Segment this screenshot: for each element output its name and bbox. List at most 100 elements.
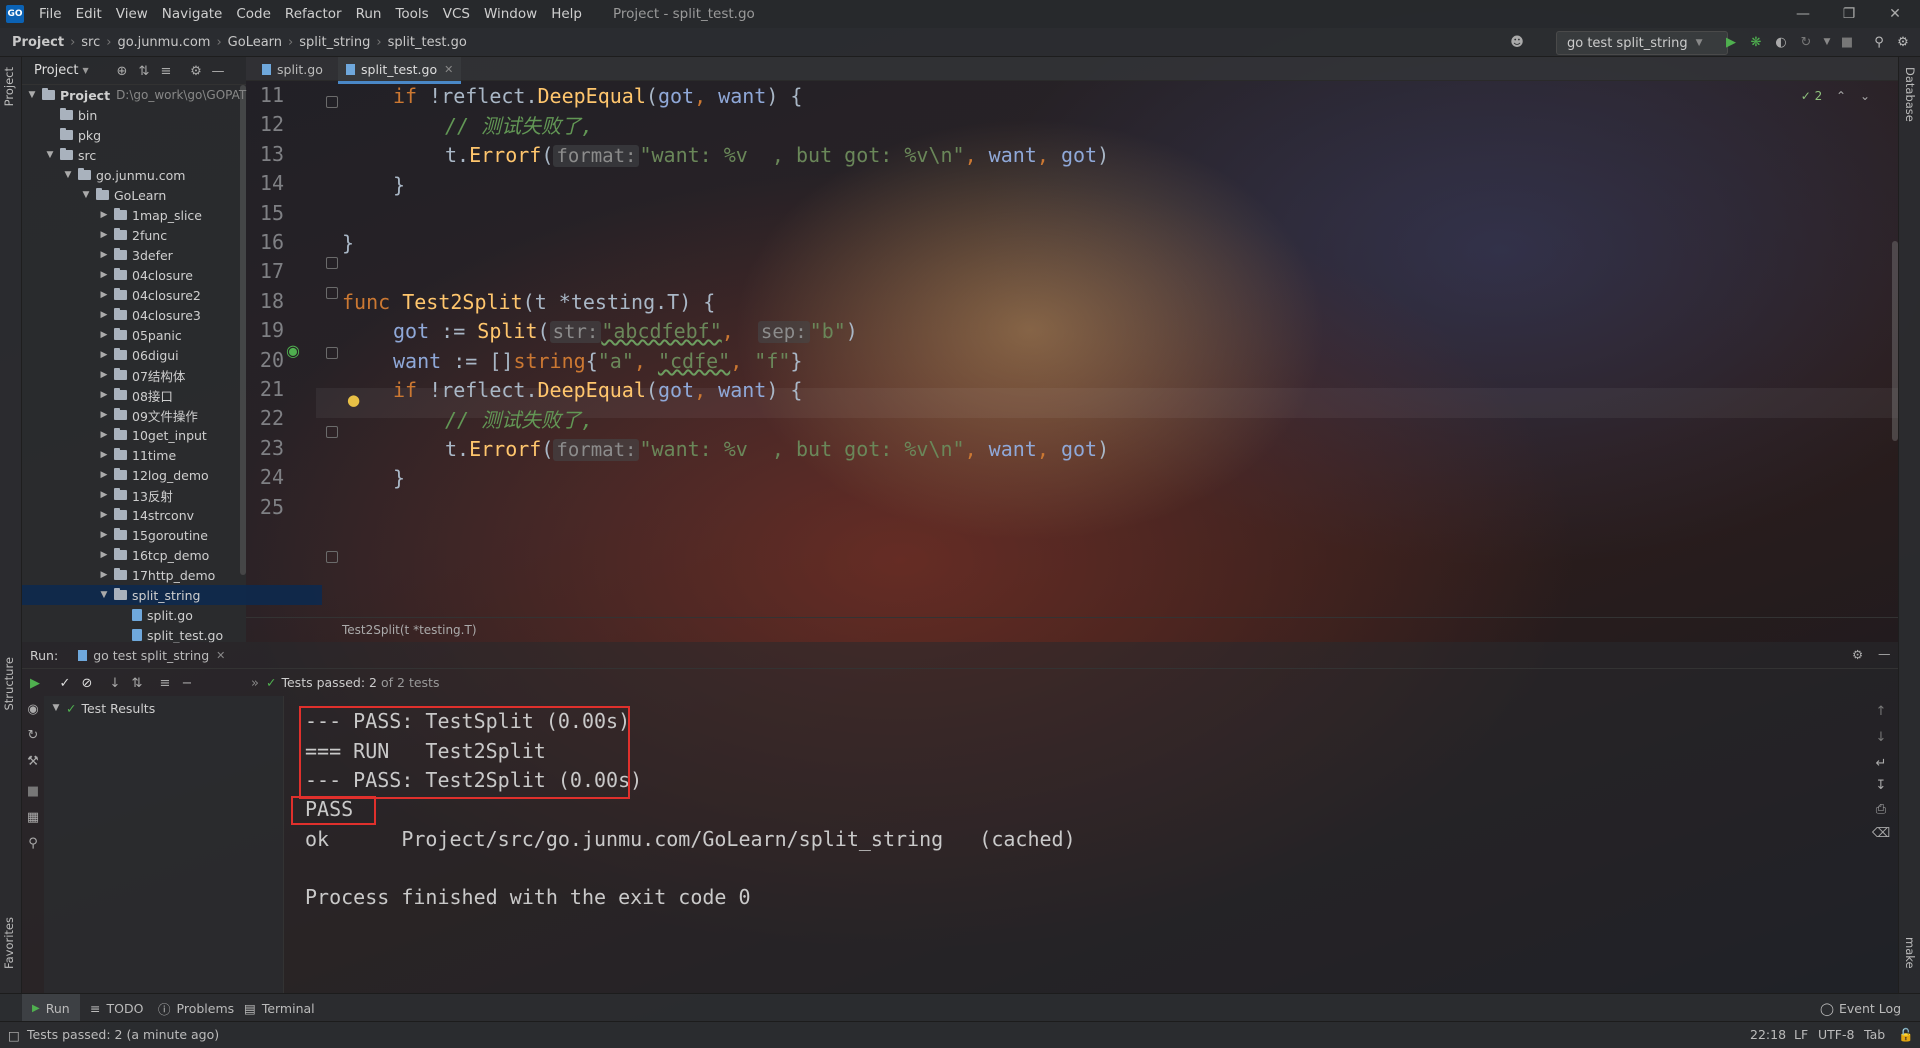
arrow-down-icon[interactable]: ↓	[1872, 728, 1890, 746]
code-line-24[interactable]: }	[393, 463, 405, 493]
trash-icon[interactable]: ⌫	[1872, 824, 1890, 842]
line-separator[interactable]: LF	[1794, 1027, 1808, 1042]
code-line-12[interactable]: // 测试失败了,	[445, 111, 593, 141]
show-passed-icon[interactable]: ✓	[56, 674, 74, 692]
test-results-node[interactable]: ▼ ✓ Test Results	[44, 698, 290, 718]
print-icon[interactable]: ⎙	[1872, 800, 1890, 818]
fold-marker[interactable]	[326, 96, 338, 108]
breadcrumb-src[interactable]: src	[81, 35, 100, 50]
chevron-right-icon[interactable]: ▶	[98, 490, 110, 500]
restore-icon[interactable]: ❐	[1826, 0, 1872, 28]
stop-icon[interactable]: ■	[24, 782, 42, 800]
chevron-right-icon[interactable]: ▶	[98, 210, 110, 220]
coverage-icon[interactable]: ◐	[1772, 33, 1790, 51]
chevron-down-icon[interactable]: ⌄	[1860, 89, 1870, 103]
tool-tab-terminal[interactable]: ▤ Terminal	[244, 994, 315, 1022]
pin-icon[interactable]: ⚲	[24, 834, 42, 852]
caret-position[interactable]: 22:18	[1750, 1027, 1786, 1042]
chevron-right-icon[interactable]: ▶	[98, 530, 110, 540]
show-ignored-icon[interactable]: ⊘	[78, 674, 96, 692]
soft-wrap-icon[interactable]: ↵	[1872, 754, 1890, 772]
settings-icon[interactable]: ⚙	[1894, 33, 1912, 51]
breadcrumb-split-test-go[interactable]: split_test.go	[388, 35, 467, 50]
tree-root-project[interactable]: ▼ Project D:\go_work\go\GOPAT	[22, 85, 250, 105]
breadcrumb-split-string[interactable]: split_string	[299, 35, 370, 50]
editor-scrollbar[interactable]	[1892, 81, 1898, 617]
lock-icon[interactable]: 🔓	[1898, 1027, 1914, 1043]
sort-duration-icon[interactable]: ⇅	[128, 674, 146, 692]
tool-tab-event-log[interactable]: ◯ Event Log	[1820, 994, 1901, 1022]
gear-icon[interactable]: ⚙	[188, 63, 204, 79]
tool-tab-problems[interactable]: ⓘ Problems	[158, 994, 234, 1022]
chevron-right-icon[interactable]: ▶	[98, 350, 110, 360]
file-encoding[interactable]: UTF-8	[1818, 1027, 1854, 1042]
menu-view[interactable]: View	[109, 0, 155, 28]
chevron-down-icon[interactable]: ▼	[98, 590, 110, 600]
debug-icon[interactable]: ❋	[1747, 33, 1765, 51]
breadcrumb-go-junmu[interactable]: go.junmu.com	[117, 35, 210, 50]
code-line-19[interactable]: got := Split(str: "abcdfebf", sep: "b")	[393, 316, 858, 346]
chevron-right-icon[interactable]: ▶	[98, 310, 110, 320]
chevron-down-icon[interactable]: ▼	[1818, 33, 1836, 51]
menu-refactor[interactable]: Refactor	[278, 0, 349, 28]
chevron-right-icon[interactable]: ▶	[98, 230, 110, 240]
code-line-14[interactable]: }	[393, 170, 405, 200]
menu-edit[interactable]: Edit	[69, 0, 109, 28]
menu-window[interactable]: Window	[477, 0, 544, 28]
close-tab-icon[interactable]: ✕	[216, 649, 225, 662]
status-panel-toggle-icon[interactable]: □	[8, 1028, 20, 1043]
sort-alpha-icon[interactable]: ↓	[106, 674, 124, 692]
editor-scroll-thumb[interactable]	[1892, 241, 1898, 441]
user-icon[interactable]: ☻	[1508, 33, 1526, 51]
arrow-up-icon[interactable]: ↑	[1872, 702, 1890, 720]
menu-file[interactable]: File	[32, 0, 69, 28]
code-line-22[interactable]: // 测试失败了,	[445, 405, 593, 435]
project-panel-title[interactable]: Project	[34, 63, 78, 78]
gear-icon[interactable]: ⚙	[1852, 647, 1863, 662]
menu-navigate[interactable]: Navigate	[155, 0, 230, 28]
chevron-right-icon[interactable]: ▶	[98, 290, 110, 300]
chevron-right-icon[interactable]: ▶	[98, 470, 110, 480]
database-tool-tab[interactable]: Database	[1903, 67, 1917, 122]
collapse-all-icon[interactable]: ≡	[158, 63, 174, 79]
run-configuration-select[interactable]: go test split_string ▼	[1556, 31, 1728, 55]
chevron-right-icon[interactable]: »	[246, 674, 264, 692]
wrench-icon[interactable]: ⚒	[24, 752, 42, 770]
expand-all-icon[interactable]: ≡	[156, 674, 174, 692]
tab-split-go[interactable]: split.go	[254, 57, 331, 81]
chevron-right-icon[interactable]: ▶	[98, 370, 110, 380]
run-test-gutter-icon[interactable]: ◉	[286, 341, 300, 360]
minimize-icon[interactable]: —	[1780, 0, 1826, 28]
close-tab-icon[interactable]: ✕	[444, 63, 453, 76]
fold-marker[interactable]	[326, 551, 338, 563]
code-line-18[interactable]: func Test2Split(t *testing.T) {	[342, 287, 715, 317]
console-output[interactable]: --- PASS: TestSplit (0.00s) === RUN Test…	[285, 696, 1865, 993]
code-line-23[interactable]: t.Errorf(format: "want: %v , but got: %v\…	[445, 434, 1109, 464]
menu-tools[interactable]: Tools	[388, 0, 435, 28]
indent-setting[interactable]: Tab	[1864, 1027, 1885, 1042]
menu-vcs[interactable]: VCS	[436, 0, 477, 28]
inspection-widget[interactable]: ✓ 2 ⌃ ⌄	[1801, 89, 1870, 103]
close-icon[interactable]: ✕	[1872, 0, 1918, 28]
rerun-icon[interactable]: ▶	[26, 674, 44, 692]
chevron-right-icon[interactable]: ▶	[98, 250, 110, 260]
run-tab[interactable]: go test split_string ✕	[78, 648, 225, 663]
hide-panel-icon[interactable]: —	[210, 63, 226, 79]
breadcrumb-golearn[interactable]: GoLearn	[228, 35, 282, 50]
camera-icon[interactable]: ◉	[24, 700, 42, 718]
tool-tab-todo[interactable]: ≡ TODO	[90, 994, 143, 1022]
chevron-up-icon[interactable]: ⌃	[1836, 89, 1846, 103]
code-line-11[interactable]: if !reflect.DeepEqual(got, want) {	[393, 81, 802, 111]
layout-icon[interactable]: ▦	[24, 808, 42, 826]
code-line-13[interactable]: t.Errorf(format: "want: %v , but got: %v\…	[445, 140, 1109, 170]
chevron-down-icon[interactable]: ▼	[44, 150, 56, 160]
chevron-down-icon[interactable]: ▼	[80, 190, 92, 200]
chevron-right-icon[interactable]: ▶	[98, 450, 110, 460]
menu-run[interactable]: Run	[349, 0, 389, 28]
locate-icon[interactable]: ⊕	[114, 63, 130, 79]
menu-code[interactable]: Code	[229, 0, 278, 28]
tree-folder-item[interactable]: pkg	[22, 125, 268, 145]
code-line-20[interactable]: want := []string{"a", "cdfe", "f"}	[393, 346, 802, 376]
chevron-down-icon[interactable]: ▼	[62, 170, 74, 180]
history-icon[interactable]: ↻	[24, 726, 42, 744]
